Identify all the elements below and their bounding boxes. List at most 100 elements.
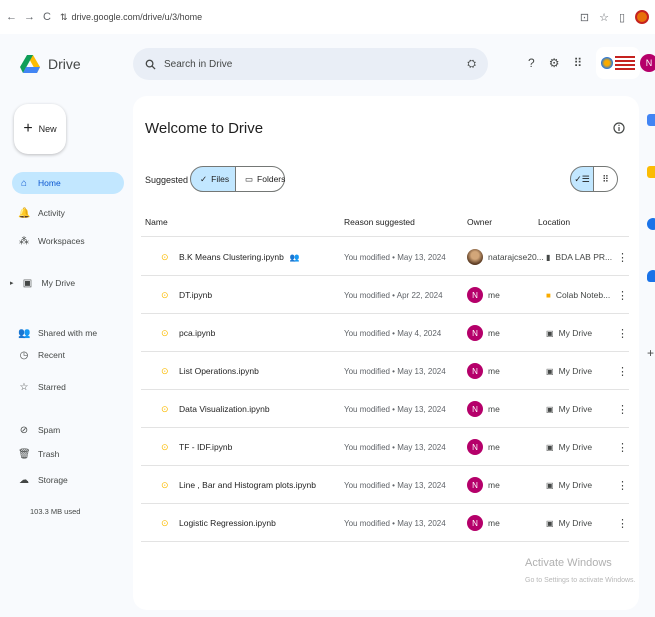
folders-filter-chip[interactable]: ▭ Folders: [235, 166, 285, 192]
extension-icon[interactable]: ⊡: [580, 11, 589, 24]
settings-icon[interactable]: ⚙: [549, 56, 560, 70]
search-input[interactable]: Search in Drive ⛭: [133, 48, 488, 80]
account-avatar[interactable]: N: [640, 54, 655, 72]
sidebar-item-home[interactable]: ⌂ Home: [12, 172, 124, 194]
sidebar-item-workspaces[interactable]: ⁂ Workspaces: [14, 230, 126, 252]
file-name[interactable]: DT.ipynb: [179, 276, 212, 314]
sidebar-item-label: Recent: [38, 350, 65, 360]
sidebar-item-starred[interactable]: ☆ Starred: [14, 376, 126, 398]
more-actions-icon[interactable]: ⋮: [617, 352, 628, 390]
search-placeholder: Search in Drive: [164, 58, 233, 70]
file-name-text: Line , Bar and Histogram plots.ipynb: [179, 480, 317, 490]
new-button[interactable]: + New: [14, 104, 66, 154]
more-actions-icon[interactable]: ⋮: [617, 238, 628, 276]
tasks-addon-icon[interactable]: [647, 218, 655, 230]
file-name[interactable]: List Operations.ipynb: [179, 352, 259, 390]
more-actions-icon[interactable]: ⋮: [617, 504, 628, 542]
view-toggle: ✓☰ ⠿: [570, 166, 618, 192]
table-row[interactable]: ⊙ Data Visualization.ipynb You modified • …: [141, 390, 629, 428]
forward-icon[interactable]: →: [24, 11, 35, 23]
sidebar-item-recent[interactable]: ◷ Recent: [14, 344, 126, 366]
owner-avatar: N: [467, 477, 483, 493]
search-options-icon[interactable]: ⛭: [467, 58, 476, 71]
search-icon: [145, 59, 156, 70]
table-row[interactable]: ⊙ Logistic Regression.ipynb You modified •…: [141, 504, 629, 542]
owner-avatar: N: [467, 515, 483, 531]
drive-logo[interactable]: Drive: [20, 55, 130, 73]
location-name: My Drive: [558, 480, 593, 490]
plus-icon: +: [23, 120, 33, 137]
file-name[interactable]: Logistic Regression.ipynb: [179, 504, 276, 542]
table-row[interactable]: ⊙ TF - IDF.ipynb You modified • May 13, 20…: [141, 428, 629, 466]
sidebar-item-label: Starred: [38, 382, 66, 392]
owner-avatar: N: [467, 325, 483, 341]
location-cell[interactable]: ▣ My Drive: [546, 352, 592, 390]
more-actions-icon[interactable]: ⋮: [617, 466, 628, 504]
list-view-button[interactable]: ✓☰: [570, 166, 594, 192]
location-cell[interactable]: ■ Colab Noteb...: [546, 276, 610, 314]
file-name[interactable]: pca.ipynb: [179, 314, 215, 352]
reload-icon[interactable]: C: [42, 11, 52, 23]
sidebar-item-label: Trash: [38, 449, 60, 459]
sidebar-item-label: Activity: [38, 208, 65, 218]
files-filter-chip[interactable]: ✓ Files: [190, 166, 236, 192]
sidebar-item-storage[interactable]: ☁ Storage: [14, 469, 126, 491]
calendar-addon-icon[interactable]: [647, 114, 655, 126]
more-actions-icon[interactable]: ⋮: [617, 276, 628, 314]
table-row[interactable]: ⊙ DT.ipynb You modified • Apr 22, 2024 Nme ■…: [141, 276, 629, 314]
file-name[interactable]: Data Visualization.ipynb: [179, 390, 270, 428]
more-actions-icon[interactable]: ⋮: [617, 314, 628, 352]
sidebar-item-activity[interactable]: 🔔 Activity: [14, 202, 126, 224]
more-actions-icon[interactable]: ⋮: [617, 390, 628, 428]
location-cell[interactable]: ▣ My Drive: [546, 314, 592, 352]
address-bar[interactable]: ⇅ drive.google.com/drive/u/3/home: [60, 12, 572, 23]
sidebar-item-shared-with-me[interactable]: 👥 Shared with me: [14, 322, 126, 344]
file-name-text: pca.ipynb: [179, 328, 216, 338]
sidebar-item-label: My Drive: [41, 278, 76, 288]
location-cell[interactable]: ▣ My Drive: [546, 504, 592, 542]
sidebar-item-spam[interactable]: ⊘ Spam: [14, 419, 126, 441]
apps-grid-icon[interactable]: ⠿: [573, 56, 582, 70]
contacts-addon-icon[interactable]: [647, 270, 655, 282]
add-addon-icon[interactable]: +: [647, 346, 654, 360]
table-row[interactable]: ⊙ pca.ipynb You modified • May 4, 2024 Nme ▣…: [141, 314, 629, 352]
owner-name: me: [488, 328, 500, 338]
keep-addon-icon[interactable]: [647, 166, 655, 178]
expand-arrow-icon[interactable]: ▸: [10, 279, 14, 287]
starred-icon: ☆: [19, 381, 29, 393]
url-text[interactable]: drive.google.com/drive/u/3/home: [72, 12, 203, 22]
my-drive-icon: ▣: [546, 366, 554, 376]
file-name-text: List Operations.ipynb: [179, 366, 259, 376]
file-name[interactable]: TF - IDF.ipynb: [179, 428, 232, 466]
colab-file-icon: ⊙: [161, 479, 169, 490]
location-cell[interactable]: ▣ My Drive: [546, 428, 592, 466]
help-icon[interactable]: ?: [528, 56, 535, 70]
table-row[interactable]: ⊙ List Operations.ipynb You modified • May…: [141, 352, 629, 390]
reason-suggested: You modified • May 13, 2024: [344, 404, 446, 414]
file-name[interactable]: B.K Means Clustering.ipynb 👥: [179, 238, 300, 276]
more-actions-icon[interactable]: ⋮: [617, 428, 628, 466]
site-settings-icon[interactable]: ⇅: [60, 12, 68, 23]
grid-view-button[interactable]: ⠿: [594, 166, 618, 192]
sidebar-item-trash[interactable]: 🗑 Trash: [14, 443, 126, 465]
back-icon[interactable]: ←: [6, 11, 17, 23]
organization-logo[interactable]: [596, 47, 640, 79]
location-cell[interactable]: ▣ My Drive: [546, 466, 592, 504]
file-name[interactable]: Line , Bar and Histogram plots.ipynb: [179, 466, 316, 504]
location-name: My Drive: [558, 366, 593, 376]
browser-profile-avatar[interactable]: [635, 10, 649, 24]
folder-icon: ▭: [245, 173, 254, 184]
table-row[interactable]: ⊙ Line , Bar and Histogram plots.ipynb You…: [141, 466, 629, 504]
info-icon[interactable]: [613, 122, 625, 134]
location-name: Colab Noteb...: [555, 290, 611, 300]
bookmark-star-icon[interactable]: ☆: [599, 11, 609, 24]
table-row[interactable]: ⊙ B.K Means Clustering.ipynb 👥 You modified…: [141, 238, 629, 276]
side-panel-icon[interactable]: ▯: [619, 11, 625, 24]
workspaces-icon: ⁂: [19, 235, 29, 247]
location-cell[interactable]: ▣ My Drive: [546, 390, 592, 428]
sidebar-item-my-drive[interactable]: ▸ ▣ My Drive: [6, 272, 118, 294]
location-name: My Drive: [558, 442, 593, 452]
column-header-name[interactable]: Name: [145, 217, 168, 227]
location-cell[interactable]: ▮ BDA LAB PR...: [546, 238, 612, 276]
owner-cell: Nme: [467, 428, 500, 466]
